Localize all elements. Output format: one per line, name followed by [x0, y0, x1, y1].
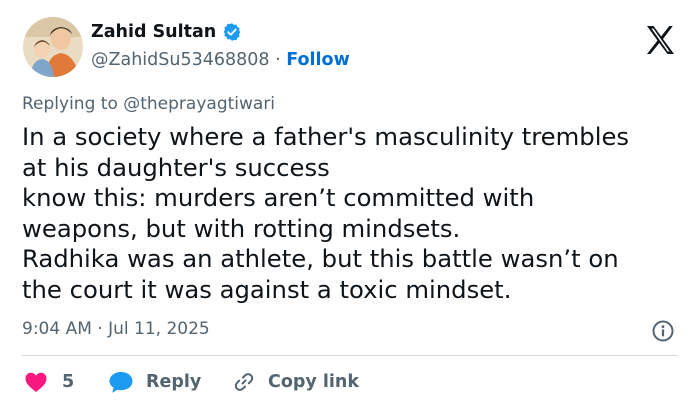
tweet-line: at his daughter's success [22, 152, 330, 182]
tweet-line: Radhika was an athlete, but this battle … [22, 244, 619, 273]
handle-row: @ZahidSu53468808 · Follow [91, 48, 350, 72]
like-count: 5 [62, 372, 75, 392]
reply-bubble-icon [108, 370, 134, 394]
tweet-timestamp[interactable]: 9:04 AM · Jul 11, 2025 [22, 318, 210, 340]
tweet-line: the court it was against a toxic mindset… [22, 274, 512, 304]
info-icon[interactable] [651, 319, 675, 343]
like-button[interactable]: 5 [24, 370, 74, 394]
follow-button[interactable]: Follow [286, 50, 349, 70]
tweet-line: know this: murders aren’t committed with [22, 183, 535, 212]
tweet-line: In a society where a father's masculinit… [22, 122, 630, 151]
author-name[interactable]: Zahid Sultan [91, 20, 216, 44]
avatar[interactable] [23, 17, 83, 77]
reply-button[interactable]: Reply [108, 370, 201, 394]
x-logo-icon[interactable] [640, 20, 680, 60]
author-handle[interactable]: @ZahidSu53468808 [91, 50, 270, 70]
replying-to[interactable]: Replying to @theprayagtiwari [22, 93, 275, 115]
heart-icon [24, 371, 48, 393]
author-name-row[interactable]: Zahid Sultan [91, 20, 242, 44]
divider [22, 355, 678, 356]
reply-label: Reply [146, 372, 202, 392]
tweet-text: In a society where a father's masculinit… [22, 122, 692, 305]
copy-link-label: Copy link [268, 372, 359, 392]
handle-separator: · [275, 50, 281, 70]
verified-badge-icon [222, 22, 242, 42]
copy-link-button[interactable]: Copy link [232, 370, 359, 394]
link-icon [232, 370, 256, 394]
tweet-line: weapons, but with rotting mindsets. [22, 213, 461, 243]
